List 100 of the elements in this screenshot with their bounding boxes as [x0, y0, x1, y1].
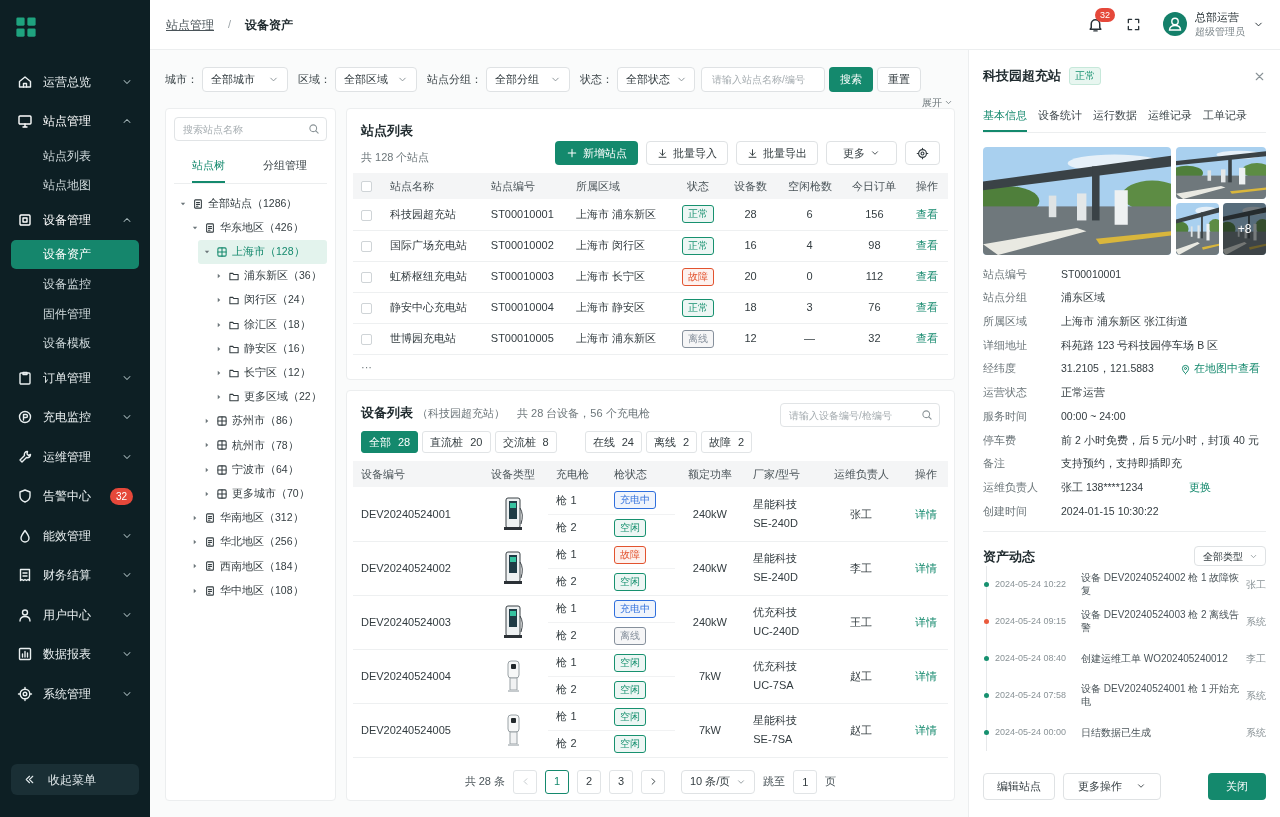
checkbox[interactable] [361, 209, 372, 221]
submenu-item[interactable]: 设备资产 [11, 239, 139, 270]
filter-chip[interactable]: 全部 28 [361, 431, 419, 453]
filter-dropdown[interactable]: 全部区域 [335, 66, 417, 92]
tree-node[interactable]: 西南地区（184） [186, 554, 327, 579]
filter-dropdown[interactable]: 全部状态 [617, 66, 695, 92]
tab[interactable]: 工单记录 [1203, 102, 1247, 132]
detail-link[interactable]: 详情 [914, 669, 937, 682]
close-button[interactable]: 关闭 [1208, 772, 1266, 800]
view-link[interactable]: 查看 [916, 208, 939, 220]
checkbox[interactable] [361, 271, 372, 283]
detail-link[interactable]: 详情 [914, 723, 937, 736]
edit-button[interactable]: 编辑站点 [983, 772, 1055, 800]
submenu-item[interactable]: 站点地图 [11, 170, 139, 201]
filter-chip[interactable]: 交流桩 8 [494, 431, 557, 453]
tree-node[interactable]: 华东地区（426） [186, 215, 327, 240]
tree-node[interactable]: 杭州市（78） [198, 433, 327, 458]
menu-item[interactable]: 站点管理 [11, 101, 139, 141]
page-button[interactable]: 2 [577, 769, 601, 794]
page-button[interactable]: 1 [545, 769, 569, 794]
tree-node[interactable]: 华中地区（108） [186, 578, 327, 603]
type-dropdown[interactable]: 全部类型 [1194, 546, 1266, 567]
search-button[interactable]: 搜索 [829, 66, 873, 92]
tree-node[interactable]: 浦东新区（36） [210, 264, 327, 289]
menu-item[interactable]: 订单管理 [11, 358, 139, 398]
next-page-button[interactable] [641, 769, 665, 794]
search-field[interactable]: 请输入设备编号/枪编号 [780, 403, 940, 427]
tree-node[interactable]: 苏州市（86） [198, 409, 327, 434]
tree-node[interactable]: 更多城市（70） [198, 481, 327, 506]
breadcrumb-link[interactable]: 站点管理 [166, 15, 214, 34]
operator-name: 系统 [1246, 726, 1266, 741]
menu-item[interactable]: 充电监控 [11, 397, 139, 438]
menu-item[interactable]: 系统管理 [11, 674, 139, 714]
filter-chip[interactable]: 在线 24 [584, 431, 642, 453]
bell-icon[interactable] [1087, 16, 1104, 34]
collapse-button[interactable]: 收起菜单 [11, 764, 139, 795]
fullscreen-icon[interactable] [1126, 17, 1141, 32]
filter-dropdown[interactable]: 全部城市 [202, 66, 288, 92]
import-button[interactable]: 批量导入 [646, 141, 728, 165]
menu-item[interactable]: 告警中心 32 [11, 476, 139, 517]
menu-item[interactable]: 财务结算 [11, 555, 139, 596]
menu-item[interactable]: 运营总览 [11, 62, 139, 102]
settings-button[interactable] [905, 141, 940, 165]
tab[interactable]: 站点树 [192, 149, 225, 183]
search-field[interactable]: 请输入站点名称/编号 [701, 66, 825, 92]
view-link[interactable]: 查看 [916, 270, 939, 283]
add-button[interactable]: 新增站点 [555, 141, 638, 165]
tree-node[interactable]: 全部站点（1286） [174, 191, 327, 216]
reset-button[interactable]: 重置 [877, 66, 921, 92]
avatar-icon[interactable] [1163, 12, 1187, 37]
view-link[interactable]: 查看 [916, 301, 939, 314]
view-link[interactable]: 查看 [916, 332, 939, 345]
tree-node[interactable]: 宁波市（64） [198, 457, 327, 482]
checkbox[interactable] [361, 333, 372, 345]
filter-chip[interactable]: 故障 2 [701, 431, 753, 453]
search-field[interactable]: 搜索站点名称 [174, 117, 327, 141]
filter-chip[interactable]: 离线 2 [645, 431, 697, 453]
more-actions-button[interactable]: 更多操作 [1063, 772, 1161, 800]
detail-link[interactable]: 详情 [914, 615, 937, 628]
checkbox[interactable] [361, 240, 372, 252]
tree-node[interactable]: 上海市（128） [198, 239, 327, 265]
search-icon[interactable] [308, 123, 320, 135]
tree-node[interactable]: 徐汇区（18） [210, 312, 327, 337]
checkbox[interactable] [361, 302, 372, 314]
filter-dropdown[interactable]: 全部分组 [486, 66, 570, 92]
menu-item[interactable]: 用户中心 [11, 595, 139, 635]
expand-link[interactable]: 展开 [922, 94, 953, 110]
tree-node[interactable]: 闵行区（24） [210, 288, 327, 313]
submenu-item[interactable]: 设备模板 [11, 328, 139, 359]
tree-node[interactable]: 华南地区（312） [186, 505, 327, 531]
tree-node[interactable]: 静安区（16） [210, 336, 327, 361]
search-icon[interactable] [921, 409, 933, 421]
detail-link[interactable]: 详情 [914, 561, 937, 574]
more-button[interactable]: 更多 [826, 141, 897, 165]
menu-item[interactable]: 能效管理 [11, 516, 139, 556]
view-link[interactable]: 查看 [916, 239, 939, 252]
checkbox[interactable] [361, 181, 372, 193]
tab[interactable]: 基本信息 [983, 102, 1027, 132]
menu-item[interactable]: 设备管理 [11, 200, 139, 240]
tree-node[interactable]: 长宁区（12） [210, 360, 327, 385]
submenu-item[interactable]: 设备监控 [11, 269, 139, 299]
tab[interactable]: 分组管理 [243, 149, 327, 183]
menu-item[interactable]: 运维管理 [11, 437, 139, 477]
submenu-item[interactable]: 站点列表 [11, 141, 139, 171]
filter-chip[interactable]: 直流桩 20 [422, 431, 491, 453]
menu-item[interactable]: 数据报表 [11, 634, 139, 675]
submenu-item[interactable]: 固件管理 [11, 298, 139, 329]
detail-link[interactable]: 详情 [914, 507, 937, 520]
export-button[interactable]: 批量导出 [736, 141, 818, 165]
page-size-dropdown[interactable]: 10 条/页 [681, 769, 756, 794]
page-button[interactable]: 3 [609, 769, 633, 794]
change-link[interactable]: 更换 [1189, 479, 1212, 496]
map-link[interactable]: 在地图中查看 [1179, 361, 1260, 378]
more-photos-count[interactable]: +8 [1223, 202, 1266, 255]
tab[interactable]: 运维记录 [1148, 102, 1192, 132]
tree-node[interactable]: 更多区域（22） [210, 385, 327, 410]
page-input[interactable]: 1 [793, 769, 818, 794]
tab[interactable]: 运行数据 [1093, 102, 1137, 132]
tree-node[interactable]: 华北地区（256） [186, 530, 327, 555]
tab[interactable]: 设备统计 [1038, 102, 1082, 132]
